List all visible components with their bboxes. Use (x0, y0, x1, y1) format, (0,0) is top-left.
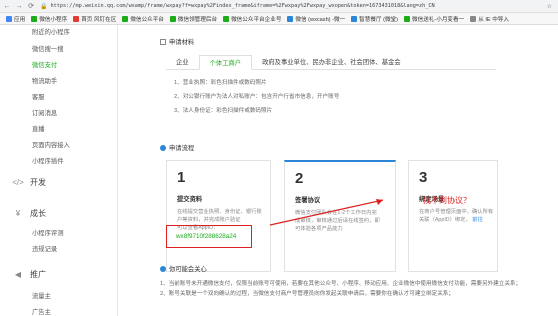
sidebar-group-label: 推广 (30, 270, 46, 279)
sidebar-item-wechat-pay[interactable]: 微信支付 (32, 60, 57, 69)
bookmark-icon (470, 15, 477, 22)
entity-tabs: 企业 个体工商户 政府及事业单位、民办非企业、社会团体、基金会 (166, 55, 496, 70)
sidebar-item-search[interactable]: 微信搜一搜 (32, 44, 63, 53)
sidebar-group-label: 开发 (30, 178, 46, 187)
bookmark-label: 首页 风钉在区 (81, 16, 117, 23)
bookmark-label: 微信小程序 (39, 16, 68, 23)
sidebar-group-dev[interactable]: </> 开发 (12, 177, 46, 188)
tab-government-orgs[interactable]: 政府及事业单位、民办非企业、社会团体、基金会 (252, 55, 411, 70)
sidebar-item-page-content[interactable]: 页面内容接入 (32, 140, 70, 149)
bookmark-label: 智慧餐厅 (微堂) (359, 16, 398, 23)
tab-individual-business[interactable]: 个体工商户 (198, 55, 253, 70)
bookmark-item[interactable]: 微信小程序 (31, 15, 67, 23)
sidebar-item-advertiser[interactable]: 广告主 (32, 307, 51, 316)
bookmark-item[interactable]: 从 IE 中导入 (470, 15, 509, 23)
bookmark-label: 微信公众平台 (130, 16, 164, 23)
bookmark-icon (169, 15, 176, 22)
bookmark-icon (6, 15, 12, 22)
sidebar-item-plugins[interactable]: 小程序插件 (32, 156, 63, 165)
sidebar-item-live[interactable]: 直播 (32, 124, 45, 133)
sidebar-item-subscription[interactable]: 订阅消息 (32, 108, 57, 117)
notes-title-text: 你可能会关心 (169, 266, 207, 273)
address-bar[interactable]: https://mp.weixin.qq.com/wxamp/frame/wxp… (50, 3, 541, 9)
bookmark-icon (73, 15, 80, 22)
bookmark-icon (287, 15, 294, 22)
requirement-item: 2、对公银行账户为法人对私账户：包含开户行省市信息，开户账号 (174, 94, 340, 100)
main-content: 申请材料 企业 个体工商户 政府及事业单位、民办非企业、社会团体、基金会 1、营… (118, 25, 558, 316)
goto-link[interactable]: 前往 (472, 217, 483, 223)
forward-icon[interactable]: → (14, 1, 24, 11)
annotation-label: 找不到协议？ (423, 196, 471, 205)
flow-title-text: 申请流程 (169, 145, 195, 152)
sidebar-group-promo[interactable]: ◀ 推广 (12, 269, 46, 280)
step-desc-text: 在线提交营业执照、身份证、银行账户等资料，并完成账户验证 (177, 209, 262, 223)
sidebar-item-violations[interactable]: 违规记录 (32, 244, 57, 253)
step-number: 1 (177, 169, 186, 186)
step-number: 3 (419, 169, 428, 186)
bookmark-label: 微信送礼-小月变看一 (412, 16, 465, 23)
sidebar-group-growth[interactable]: ¥ 成长 (12, 208, 46, 219)
note-item: 2、账号关联是一个双向确认的过程，当微信支付商户号管理员向你发起关联申请后，需要… (160, 291, 454, 297)
materials-title-text: 申请材料 (169, 39, 195, 46)
bookmark-item[interactable]: 微信公众平台 (122, 15, 164, 23)
bookmark-icon (404, 15, 410, 22)
flow-section-title: 申请流程 (160, 143, 194, 152)
code-icon: </> (12, 178, 24, 187)
step-card-submit: 1 提交资料 在线提交营业执照、身份证、银行账户等资料，并完成账户验证 可以查看… (166, 160, 271, 272)
bookmark-icon (223, 15, 230, 22)
sidebar-group-label: 成长 (30, 209, 46, 218)
reload-icon[interactable]: ⟳ (26, 1, 36, 11)
requirements-list: 1、营业执照：彩色扫描件或数码照片 2、对公银行账户为法人对私账户：包含开户行省… (174, 78, 339, 120)
sidebar-item-nearby-miniprogram[interactable]: 附近的小程序 (32, 27, 70, 36)
bookmark-item[interactable]: 微信 (wxcash) -微一 (287, 15, 345, 23)
bookmark-icon (122, 15, 129, 22)
info-dot-icon (160, 144, 166, 151)
materials-section-title: 申请材料 (160, 37, 194, 46)
bookmark-item[interactable]: 微信领管理后台 (169, 15, 218, 23)
bookmark-label: 应用 (14, 16, 26, 23)
lock-icon[interactable]: 🔒 (40, 3, 47, 10)
bookmark-item[interactable]: 微信送礼-小月变看一 (404, 15, 464, 23)
sidebar: 附近的小程序 微信搜一搜 微信支付 物流助手 客服 订阅消息 直播 页面内容接入… (0, 25, 118, 316)
sidebar-item-customer-service[interactable]: 客服 (32, 92, 45, 101)
step-description: 在商户号管理页面中，确认所有关联（AppID）绑定， 前往 (419, 208, 494, 224)
note-item: 1、当前账号未开通微信支付，仅限当前账号可使用，若要在其他公众号、小程序、移动应… (160, 281, 522, 287)
sidebar-item-logistics[interactable]: 物流助手 (32, 76, 57, 85)
star-icon[interactable]: ☆ (547, 3, 552, 10)
bookmark-item[interactable]: 应用 (6, 15, 25, 23)
megaphone-icon: ◀ (14, 270, 22, 279)
bookmark-item[interactable]: 首页 风钉在区 (73, 15, 116, 23)
annotation-arrow (269, 199, 384, 226)
step-title: 提交资料 (177, 196, 203, 203)
info-dot-icon (160, 265, 166, 272)
growth-icon: ¥ (15, 209, 21, 218)
bookmark-icon (31, 15, 38, 22)
step-number: 2 (295, 170, 304, 187)
bookmarks-bar: 应用 微信小程序 首页 风钉在区 微信公众平台 微信领管理后台 微信公众平台企业号 微信 (… (0, 13, 558, 25)
requirement-item: 1、营业执照：彩色扫描件或数码照片 (174, 80, 267, 86)
bookmark-item[interactable]: 智慧餐厅 (微堂) (351, 15, 398, 23)
bookmark-label: 微信领管理后台 (177, 16, 218, 23)
browser-toolbar: ← → ⟳ 🔒 https://mp.weixin.qq.com/wxamp/f… (0, 0, 558, 13)
notes-section: 你可能会关心 1、当前账号未开通微信支付，仅限当前账号可使用，若要在其他公众号、… (160, 264, 550, 299)
tab-enterprise[interactable]: 企业 (166, 55, 199, 70)
appid-highlight-box (166, 225, 252, 248)
back-icon[interactable]: ← (2, 1, 12, 11)
annotation-text: 找不到协议？ (423, 195, 471, 206)
sidebar-item-evaluation[interactable]: 小程序评测 (32, 228, 63, 237)
bookmark-item[interactable]: 微信公众平台企业号 (223, 15, 281, 23)
bookmark-label: 微信公众平台企业号 (231, 16, 282, 23)
sidebar-item-publisher[interactable]: 流量主 (32, 291, 51, 300)
bookmark-label: 从 IE 中导入 (478, 16, 509, 23)
bookmark-label: 微信 (wxcash) -微一 (295, 16, 346, 23)
requirement-item: 3、法人身份证：彩色扫描件或数码照片 (174, 108, 273, 114)
checkbox-icon[interactable] (160, 38, 166, 45)
notes-title: 你可能会关心 (160, 264, 550, 273)
bookmark-icon (351, 15, 358, 22)
